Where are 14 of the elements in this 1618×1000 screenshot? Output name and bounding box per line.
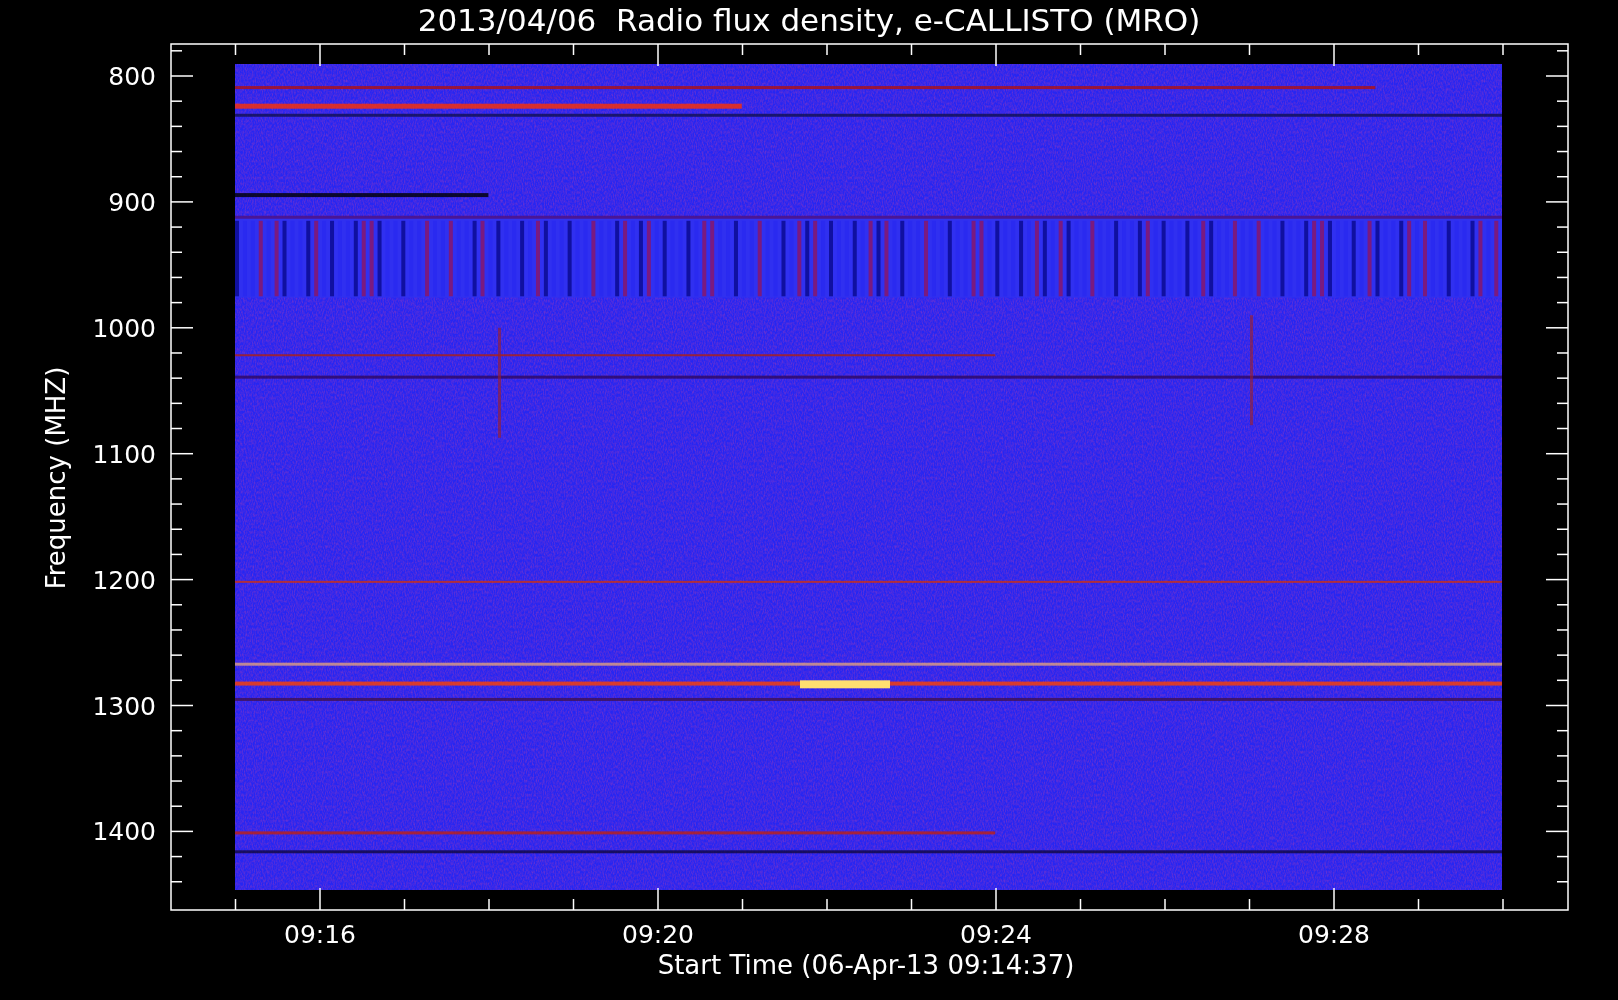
y-tick-label: 1100 bbox=[92, 441, 156, 467]
x-tick-label: 09:24 bbox=[960, 922, 1032, 947]
y-tick-label: 1200 bbox=[92, 567, 156, 593]
y-axis-label: Frequency (MHZ) bbox=[41, 366, 71, 590]
y-tick-label: 900 bbox=[108, 189, 156, 215]
y-tick-label: 1300 bbox=[92, 693, 156, 718]
chart-title: 2013/04/06 Radio flux density, e-CALLISTO (MRO) bbox=[417, 2, 1201, 38]
y-tick-label: 800 bbox=[108, 63, 156, 89]
x-tick-label: 09:28 bbox=[1298, 922, 1370, 947]
x-tick-label: 09:16 bbox=[284, 922, 356, 947]
x-axis-label: Start Time (06-Apr-13 09:14:37) bbox=[657, 950, 1075, 980]
y-tick-label: 1400 bbox=[92, 818, 156, 844]
x-tick-label: 09:20 bbox=[622, 922, 694, 947]
y-tick-label: 1000 bbox=[92, 315, 156, 341]
